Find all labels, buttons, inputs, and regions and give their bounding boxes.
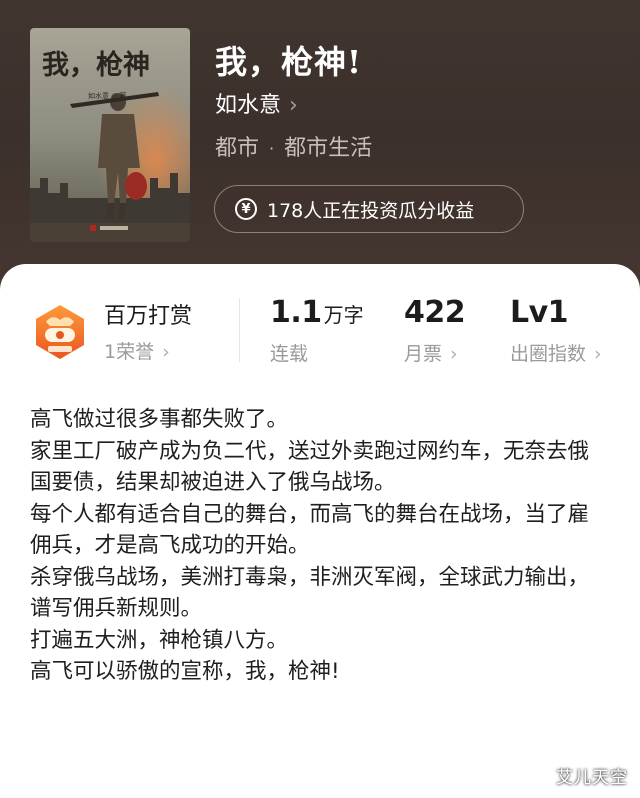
- tickets-value-row: 422: [404, 295, 466, 331]
- cover-title: 我，枪神: [42, 49, 150, 81]
- chevron-right-icon: ›: [450, 343, 458, 365]
- influence-label-row: 出圈指数 ›: [510, 340, 602, 368]
- tickets-label-row: 月票 ›: [404, 340, 458, 368]
- yen-circle-icon: ¥: [235, 198, 257, 220]
- cover-illustration: 我，枪神 如水意 ◎ 著: [30, 28, 190, 242]
- synopsis-paragraph: 高飞可以骄傲的宣称，我，枪神!: [30, 659, 340, 684]
- reward-honor: 1荣誉: [104, 341, 155, 363]
- genre-tags: 都市 · 都市生活: [215, 133, 372, 165]
- influence-label: 出圈指数: [510, 343, 587, 365]
- watermark: 艾儿天空: [556, 768, 628, 788]
- invest-button[interactable]: ¥ 178人正在投资瓜分收益: [214, 185, 524, 233]
- synopsis-paragraph: 杀穿俄乌战场，美洲打毒枭，非洲灭军阀，全球武力输出，谱写佣兵新规则。: [30, 564, 590, 622]
- influence-value-row: Lv1: [510, 295, 569, 331]
- book-title: 我，枪神!: [215, 43, 363, 81]
- invest-text: 178人正在投资瓜分收益: [267, 199, 475, 222]
- reward-badge-icon: [36, 305, 84, 359]
- synopsis-paragraph: 打遍五大洲，神枪镇八方。: [30, 627, 289, 653]
- influence-value: Lv1: [510, 295, 569, 330]
- genre-separator: ·: [269, 139, 275, 158]
- chevron-right-icon: ›: [162, 341, 170, 363]
- synopsis-paragraph: 每个人都有适合自己的舞台，而高飞的舞台在战场，当了雇佣兵，才是高飞成功的开始。: [30, 501, 590, 559]
- synopsis-paragraph: 高飞做过很多事都失败了。: [30, 407, 289, 432]
- words-value: 1.1: [270, 295, 322, 330]
- genre-primary[interactable]: 都市: [215, 133, 259, 165]
- cover-author: 如水意 ◎ 著: [88, 91, 127, 100]
- stats-row: 百万打赏 1荣誉 › 1.1 万字 连载 422 月票 › Lv1 出圈指数 ›: [0, 264, 640, 374]
- book-cover[interactable]: 我，枪神 如水意 ◎ 著: [30, 28, 190, 242]
- stats-divider: [239, 298, 240, 362]
- genre-secondary[interactable]: 都市生活: [284, 133, 372, 165]
- tickets-label: 月票: [404, 343, 443, 365]
- words-value-row: 1.1 万字: [270, 298, 364, 331]
- book-synopsis: 高飞做过很多事都失败了。 家里工厂破产成为负二代，送过外卖跑过网约车，无奈去俄国…: [30, 404, 610, 688]
- reward-label: 百万打赏: [104, 304, 193, 329]
- synopsis-paragraph: 家里工厂破产成为负二代，送过外卖跑过网约车，无奈去俄国要债，结果却被迫进入了俄乌…: [30, 438, 590, 496]
- book-header: 我，枪神 如水意 ◎ 著 我，枪神! 如水意 › 都市 · 都市生活 ¥ 178…: [0, 0, 640, 290]
- book-detail-card: 百万打赏 1荣誉 › 1.1 万字 连载 422 月票 › Lv1 出圈指数 ›…: [0, 264, 640, 798]
- chevron-right-icon: ›: [289, 93, 298, 118]
- chevron-right-icon: ›: [594, 343, 602, 365]
- author-link[interactable]: 如水意 ›: [215, 90, 298, 122]
- words-label: 连载: [270, 343, 309, 365]
- words-unit: 万字: [323, 303, 364, 327]
- tickets-value: 422: [404, 295, 466, 330]
- reward-sub-row: 1荣誉 ›: [104, 338, 170, 366]
- author-name: 如水意: [215, 93, 282, 118]
